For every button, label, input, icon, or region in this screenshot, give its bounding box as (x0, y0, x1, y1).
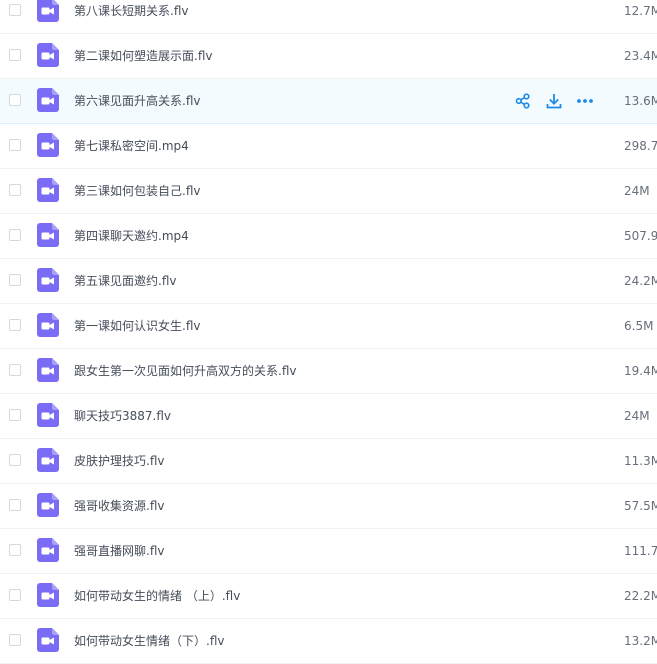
video-file-icon (37, 493, 59, 517)
row-checkbox[interactable] (9, 544, 21, 556)
file-size: 23.4M (624, 49, 657, 63)
video-file-icon (37, 313, 59, 337)
file-size: 22.2M (624, 589, 657, 603)
video-file-icon (37, 0, 59, 22)
file-row[interactable]: 皮肤护理技巧.flv 11.3M (0, 439, 657, 484)
file-list: 第八课长短期关系.flv 12.7M 第二课如何塑造展示面.flv 23.4M (0, 0, 657, 664)
row-checkbox[interactable] (9, 319, 21, 331)
file-row[interactable]: 第七课私密空间.mp4 298.7M (0, 124, 657, 169)
file-name[interactable]: 皮肤护理技巧.flv (74, 439, 164, 483)
row-checkbox[interactable] (9, 409, 21, 421)
row-actions (514, 93, 594, 109)
file-size: 298.7M (624, 139, 657, 153)
file-size: 19.4M (624, 364, 657, 378)
video-file-icon (37, 223, 59, 247)
file-name[interactable]: 第七课私密空间.mp4 (74, 124, 189, 168)
video-file-icon (37, 628, 59, 652)
file-row[interactable]: 第二课如何塑造展示面.flv 23.4M (0, 34, 657, 79)
video-file-icon (37, 88, 59, 112)
video-file-icon (37, 43, 59, 67)
file-name[interactable]: 跟女生第一次见面如何升高双方的关系.flv (74, 349, 296, 393)
row-checkbox[interactable] (9, 499, 21, 511)
row-checkbox[interactable] (9, 49, 21, 61)
file-size: 507.9M (624, 229, 657, 243)
file-size: 24M (624, 409, 650, 423)
file-name[interactable]: 聊天技巧3887.flv (74, 394, 171, 438)
row-checkbox[interactable] (9, 589, 21, 601)
share-icon[interactable] (514, 93, 532, 109)
row-checkbox[interactable] (9, 364, 21, 376)
file-size: 111.7M (624, 544, 657, 558)
row-checkbox[interactable] (9, 4, 21, 16)
file-size: 12.7M (624, 4, 657, 18)
file-name[interactable]: 第一课如何认识女生.flv (74, 304, 200, 348)
video-file-icon (37, 358, 59, 382)
video-file-icon (37, 403, 59, 427)
file-row[interactable]: 聊天技巧3887.flv 24M (0, 394, 657, 439)
file-row[interactable]: 强哥直播网聊.flv 111.7M (0, 529, 657, 574)
file-size: 57.5M (624, 499, 657, 513)
file-row[interactable]: 第三课如何包装自己.flv 24M (0, 169, 657, 214)
file-name[interactable]: 第三课如何包装自己.flv (74, 169, 200, 213)
row-checkbox[interactable] (9, 634, 21, 646)
row-checkbox[interactable] (9, 229, 21, 241)
video-file-icon (37, 538, 59, 562)
video-file-icon (37, 448, 59, 472)
row-checkbox[interactable] (9, 139, 21, 151)
row-checkbox[interactable] (9, 94, 21, 106)
file-row[interactable]: 跟女生第一次见面如何升高双方的关系.flv 19.4M (0, 349, 657, 394)
file-size: 24M (624, 184, 650, 198)
file-size: 24.2M (624, 274, 657, 288)
download-icon[interactable] (545, 93, 563, 109)
file-name[interactable]: 第六课见面升高关系.flv (74, 79, 200, 123)
file-row[interactable]: 如何带动女生情绪（下）.flv 13.2M (0, 619, 657, 664)
file-row[interactable]: 第四课聊天邀约.mp4 507.9M (0, 214, 657, 259)
more-icon[interactable] (576, 93, 594, 109)
file-name[interactable]: 第二课如何塑造展示面.flv (74, 34, 212, 78)
file-name[interactable]: 强哥收集资源.flv (74, 484, 164, 528)
file-size: 13.2M (624, 634, 657, 648)
file-size: 6.5M (624, 319, 654, 333)
file-row[interactable]: 第一课如何认识女生.flv 6.5M (0, 304, 657, 349)
video-file-icon (37, 133, 59, 157)
file-name[interactable]: 如何带动女生情绪（下）.flv (74, 619, 224, 663)
file-row[interactable]: 第六课见面升高关系.flv 13.6M (0, 79, 657, 124)
video-file-icon (37, 268, 59, 292)
file-size: 11.3M (624, 454, 657, 468)
file-row[interactable]: 强哥收集资源.flv 57.5M (0, 484, 657, 529)
file-name[interactable]: 第五课见面邀约.flv (74, 259, 176, 303)
file-name[interactable]: 第四课聊天邀约.mp4 (74, 214, 189, 258)
video-file-icon (37, 583, 59, 607)
file-name[interactable]: 强哥直播网聊.flv (74, 529, 164, 573)
row-checkbox[interactable] (9, 274, 21, 286)
row-checkbox[interactable] (9, 184, 21, 196)
file-name[interactable]: 如何带动女生的情绪 （上）.flv (74, 574, 240, 618)
file-row[interactable]: 如何带动女生的情绪 （上）.flv 22.2M (0, 574, 657, 619)
row-checkbox[interactable] (9, 454, 21, 466)
file-row[interactable]: 第五课见面邀约.flv 24.2M (0, 259, 657, 304)
video-file-icon (37, 178, 59, 202)
file-name[interactable]: 第八课长短期关系.flv (74, 0, 188, 33)
file-row[interactable]: 第八课长短期关系.flv 12.7M (0, 0, 657, 34)
file-size: 13.6M (624, 94, 657, 108)
